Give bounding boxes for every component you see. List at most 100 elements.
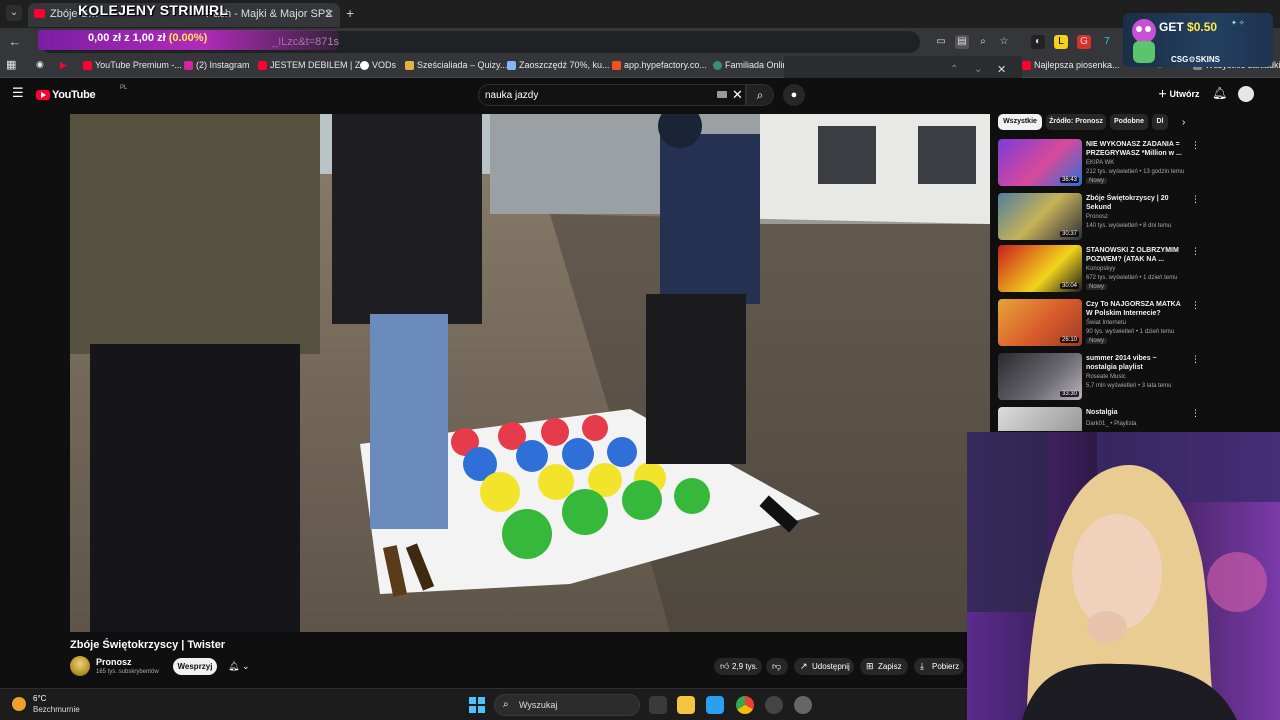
settings-gear-icon[interactable] (794, 696, 812, 714)
related-meta: 672 tys. wyświetleń • 1 dzień temu (1086, 275, 1178, 281)
chip-all[interactable]: Wszystkie (998, 114, 1042, 130)
related-meta: 212 tys. wyświetleń • 13 godzin temu (1086, 169, 1185, 175)
video-thumbnail: 26:10 (998, 299, 1082, 346)
file-explorer-icon[interactable] (677, 696, 695, 714)
chevron-right-icon[interactable]: › (1182, 117, 1185, 128)
bookmark-item[interactable]: JESTEM DEBILEM | Z... (258, 60, 368, 70)
extension-7tv-icon[interactable]: 7 (1100, 35, 1114, 49)
bookmark-item[interactable]: YouTube Premium -... (83, 60, 182, 70)
related-video[interactable]: 30:37 Zbóje Świętokrzyscy | 20 Sekund Pr… (998, 193, 1203, 245)
more-options-icon[interactable]: ⋮ (1191, 354, 1200, 365)
related-title: summer 2014 vibes ~ nostalgia playlist (1086, 355, 1157, 371)
bookmark-item[interactable]: app.hypefactory.co... (612, 60, 707, 70)
csgskins-promo-overlay: GET $0.50 ✦ ✧ CSG⚙SKINS (1123, 13, 1273, 67)
search-box: ✕ (478, 84, 746, 106)
find-next-icon[interactable]: ⌄ (974, 64, 982, 75)
playlist-thumbnail (998, 407, 1082, 431)
support-button[interactable]: Wesprzyj (173, 658, 217, 675)
new-tab-button[interactable]: + (346, 5, 354, 21)
taskbar-search[interactable]: ⌕ Wyszukaj (494, 694, 640, 716)
familiada-icon (713, 61, 722, 70)
share-button[interactable]: ↗ Udostępnij (794, 658, 854, 675)
quiz-icon (405, 61, 414, 70)
find-prev-icon[interactable]: ⌃ (950, 64, 958, 75)
tab-search-button[interactable]: ⌄ (6, 5, 22, 21)
extension-icon[interactable]: ◐ (1031, 35, 1045, 49)
weather-moon-icon[interactable] (12, 697, 26, 711)
save-button[interactable]: ⊞ Zapisz (860, 658, 908, 675)
bookmark-item[interactable]: VODs (360, 60, 396, 70)
bookmark-item[interactable]: Zaoszczędź 70%, ku... (507, 60, 610, 70)
bookmark-youtube-icon[interactable]: ▶ (60, 60, 67, 71)
related-video[interactable]: 33:30 summer 2014 vibes ~ nostalgia play… (998, 353, 1203, 405)
find-close-icon[interactable]: ✕ (997, 63, 1006, 76)
related-playlist[interactable]: Nostalgia Dark01_ • Playlista ⋮ (998, 407, 1203, 431)
related-video[interactable]: 36:43 NIE WYKONASZ ZADANIA = PRZEGRYWASZ… (998, 139, 1203, 191)
related-video[interactable]: 30:04 STANOWSKI Z OLBRZYMIM POZWEM? (ATA… (998, 245, 1203, 297)
more-options-icon[interactable]: ⋮ (1191, 194, 1200, 205)
video-frame (70, 114, 990, 632)
bookmark-item[interactable]: Familiada Online (713, 60, 793, 70)
apps-grid-icon[interactable]: ▦ (6, 58, 16, 71)
extension-red-icon[interactable]: G (1077, 35, 1091, 49)
bookmark-item[interactable]: Sześcialiada – Quizy... (405, 60, 507, 70)
weather-description: Bezchmurnie (33, 705, 80, 714)
channel-name[interactable]: Pronosz (96, 657, 132, 667)
more-options-icon[interactable]: ⋮ (1191, 140, 1200, 151)
youtube-icon (1022, 61, 1031, 70)
store-icon[interactable] (706, 696, 724, 714)
youtube-header: ☰ YouTube PL ✕ ⌕ ● ＋ Utwórz 🔔︎ (0, 78, 1280, 112)
more-options-icon[interactable]: ⋮ (1191, 408, 1200, 419)
chip-similar[interactable]: Podobne (1110, 114, 1148, 130)
chip-source[interactable]: Źródło: Pronosz (1046, 114, 1106, 130)
youtube-logo-text: YouTube (52, 89, 96, 101)
like-button[interactable]: 👍︎ 2,9 tys. (714, 658, 762, 675)
zoom-icon[interactable]: ⌕ (976, 35, 990, 49)
duration-badge: 30:04 (1059, 283, 1079, 289)
channel-avatar[interactable] (70, 656, 90, 676)
youtube-favicon-icon (34, 9, 45, 18)
task-view-icon[interactable] (649, 696, 667, 714)
webcam-overlay (967, 432, 1280, 720)
notification-toggle[interactable]: 🔔︎ ⌄ (224, 658, 256, 675)
dislike-button[interactable]: 👎︎ (766, 658, 788, 675)
keyboard-icon[interactable] (717, 91, 727, 98)
windows-start-icon[interactable] (469, 697, 485, 713)
extension-l-icon[interactable]: L (1054, 35, 1068, 49)
related-title: Zbóje Świętokrzyscy | 20 Sekund (1086, 195, 1169, 211)
notifications-bell-icon[interactable]: 🔔︎ (1212, 86, 1227, 100)
more-options-icon[interactable]: ⋮ (1191, 246, 1200, 257)
hamburger-menu-icon[interactable]: ☰ (12, 86, 24, 99)
related-video[interactable]: 26:10 Czy To NAJGORSZA MATKA W Polskim I… (998, 299, 1203, 351)
bookmark-item[interactable]: (2) Instagram (184, 60, 250, 70)
chrome-icon[interactable] (736, 696, 754, 714)
voice-search-button[interactable]: ● (783, 84, 805, 106)
bookmarks-bar: ▦ ◉ ▶ YouTube Premium -... (2) Instagram… (0, 56, 1280, 78)
duration-badge: 33:30 (1059, 391, 1079, 397)
back-arrow-icon[interactable]: ← (7, 34, 23, 50)
video-thumbnail: 33:30 (998, 353, 1082, 400)
download-icon: ⤓ (920, 661, 924, 671)
bookmark-circle-icon[interactable]: ◉ (36, 59, 44, 70)
download-button[interactable]: ⤓ Pobierz (914, 658, 964, 675)
account-avatar[interactable] (1238, 86, 1254, 102)
duration-badge: 30:37 (1059, 231, 1079, 237)
deal-icon (507, 61, 516, 70)
search-input[interactable] (485, 88, 705, 102)
like-count: 2,9 tys. (732, 662, 758, 671)
video-player[interactable] (70, 114, 990, 632)
search-button[interactable]: ⌕ (746, 84, 774, 106)
cast-icon[interactable]: ▭ (934, 35, 948, 49)
chip-more[interactable]: Dl (1152, 114, 1168, 130)
bookmark-item[interactable]: Najlepsza piosenka... (1022, 60, 1120, 70)
obs-icon[interactable] (765, 696, 783, 714)
youtube-icon (83, 61, 92, 70)
video-thumbnail: 30:04 (998, 245, 1082, 292)
bookmark-star-icon[interactable]: ☆ (997, 35, 1011, 49)
clear-search-icon[interactable]: ✕ (732, 87, 743, 103)
duration-badge: 26:10 (1059, 337, 1079, 343)
more-options-icon[interactable]: ⋮ (1191, 300, 1200, 311)
close-tab-icon[interactable]: ✕ (324, 3, 334, 25)
create-button[interactable]: ＋ Utwórz (1158, 87, 1200, 100)
reader-mode-icon[interactable]: ▤ (955, 35, 969, 49)
